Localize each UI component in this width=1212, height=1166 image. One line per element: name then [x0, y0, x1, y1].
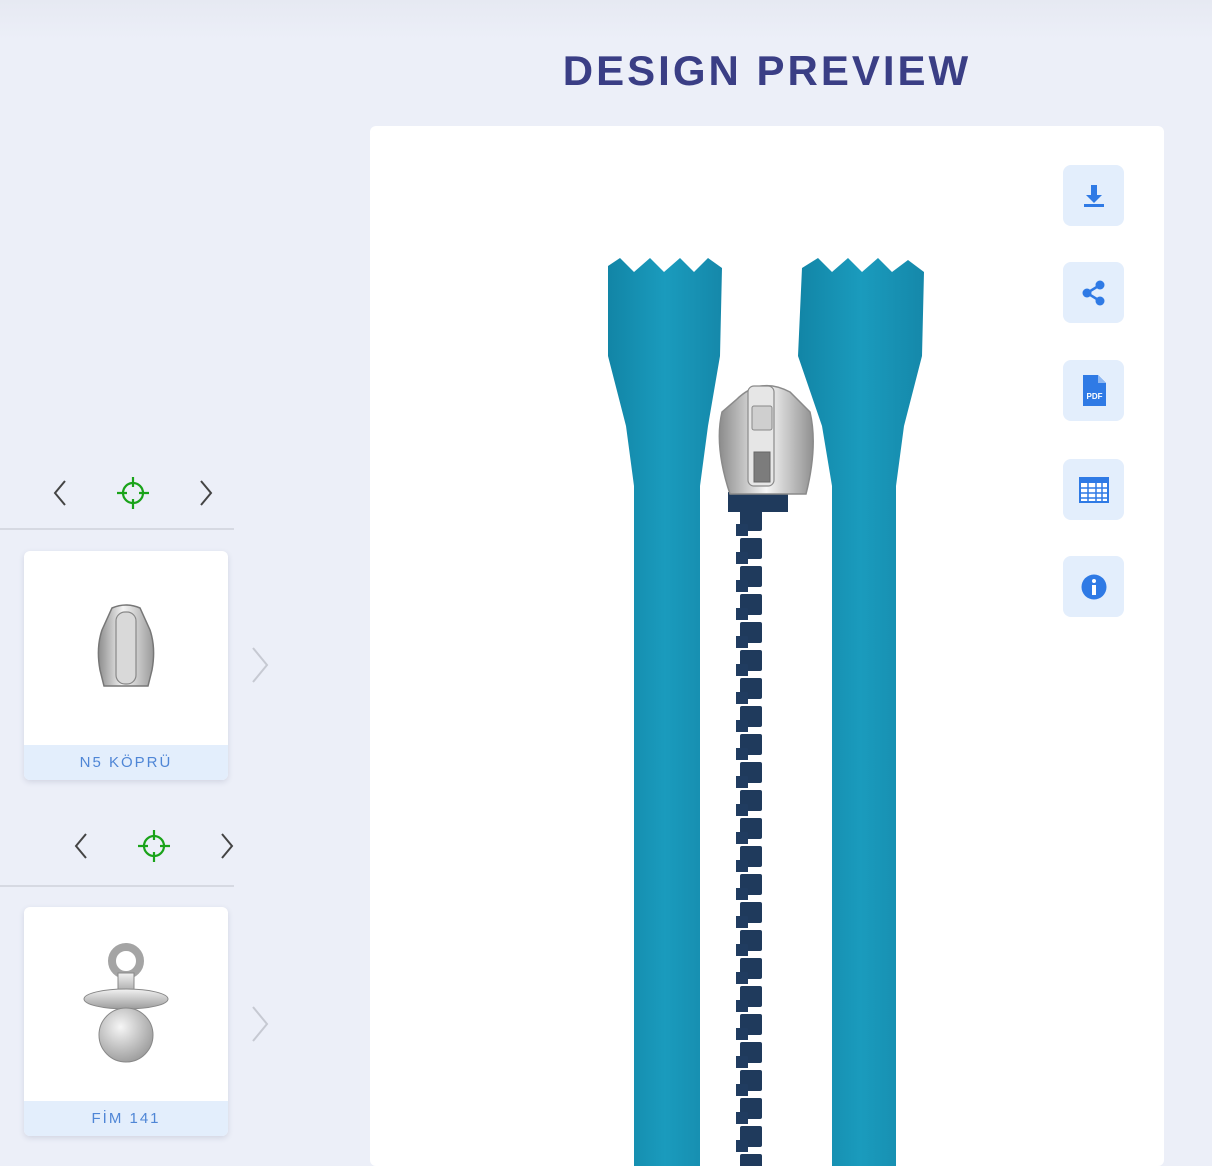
card-label: FİM 141 — [24, 1101, 228, 1136]
slider-thumbnail — [24, 551, 228, 745]
chevron-left-icon — [53, 480, 66, 506]
download-button[interactable] — [1063, 165, 1124, 226]
preview-panel: PDF — [370, 126, 1164, 1166]
selector-nav-2 — [0, 816, 234, 876]
card-next-button[interactable] — [246, 643, 274, 687]
prev-option-button[interactable] — [67, 830, 95, 862]
divider — [0, 885, 234, 887]
pdf-export-button[interactable]: PDF — [1063, 360, 1124, 421]
puller-image — [83, 943, 169, 1063]
slider-image — [97, 604, 155, 687]
locate-part-button[interactable] — [136, 828, 172, 864]
chevron-right-icon — [221, 833, 234, 859]
chevron-right-icon — [252, 1006, 269, 1042]
spreadsheet-icon — [1078, 476, 1109, 503]
option-card-puller[interactable]: FİM 141 — [24, 907, 228, 1136]
share-button[interactable] — [1063, 262, 1124, 323]
chevron-left-icon — [74, 833, 87, 859]
card-next-button[interactable] — [246, 1002, 274, 1046]
chevron-right-icon — [200, 480, 213, 506]
selector-nav-1 — [0, 463, 234, 523]
page-title: DESIGN PREVIEW — [562, 47, 972, 94]
zipper-preview-image — [608, 258, 924, 1166]
crosshair-icon — [138, 830, 170, 862]
next-option-button[interactable] — [213, 830, 241, 862]
crosshair-icon — [117, 477, 149, 509]
info-icon — [1081, 574, 1106, 599]
pdf-badge-text: PDF — [1086, 392, 1102, 401]
spreadsheet-export-button[interactable] — [1063, 459, 1124, 520]
puller-thumbnail — [24, 907, 228, 1101]
option-card-slider[interactable]: N5 KÖPRÜ — [24, 551, 228, 780]
info-button[interactable] — [1063, 556, 1124, 617]
prev-option-button[interactable] — [46, 477, 74, 509]
locate-part-button[interactable] — [115, 475, 151, 511]
next-option-button[interactable] — [192, 477, 220, 509]
share-icon — [1082, 280, 1104, 305]
pdf-icon: PDF — [1082, 374, 1106, 406]
card-label: N5 KÖPRÜ — [24, 745, 228, 780]
download-icon — [1083, 184, 1104, 207]
chevron-right-icon — [252, 647, 269, 683]
top-fade — [0, 0, 1212, 40]
divider — [0, 528, 234, 530]
